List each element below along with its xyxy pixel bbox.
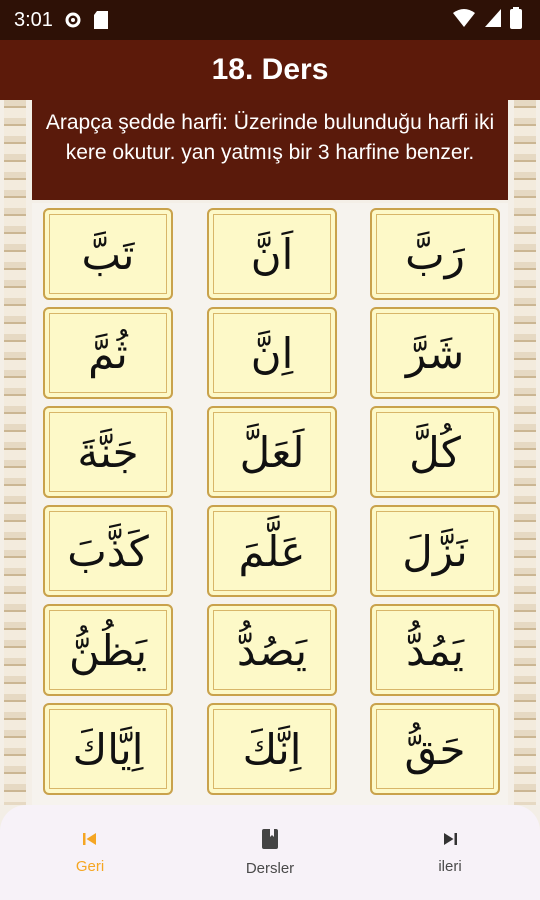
card-column-left: تَبَّ ثُمَّ جَنَّةَ كَذَّبَ يَظُنُّ اِيَ… (43, 208, 173, 802)
app-bar: 18. Ders (0, 40, 540, 100)
skip-next-icon (441, 830, 459, 852)
arabic-word: كُلَّ (409, 427, 461, 477)
word-card[interactable]: كَذَّبَ (43, 505, 173, 597)
bottom-navigation: Geri Dersler ileri (0, 805, 540, 900)
signal-icon (484, 8, 502, 32)
ornamental-border-right (514, 100, 536, 805)
skip-previous-icon (81, 830, 99, 852)
word-card[interactable]: شَرَّ (370, 307, 500, 399)
arabic-word: يَمُدُّ (405, 625, 465, 675)
word-card[interactable]: اَنَّ (207, 208, 337, 300)
status-bar: 3:01 (0, 0, 540, 40)
settings-icon (63, 10, 83, 30)
book-icon (261, 828, 279, 854)
arabic-word: حَقُّ (404, 724, 466, 774)
arabic-word: اِيَّاكَ (72, 724, 144, 774)
arabic-word: يَظُنُّ (68, 625, 148, 675)
word-card[interactable]: نَزَّلَ (370, 505, 500, 597)
card-column-middle: اَنَّ اِنَّ لَعَلَّ عَلَّمَ يَصُدُّ اِنَ… (207, 208, 337, 802)
arabic-word: يَصُدُّ (236, 625, 308, 675)
nav-back-label: Geri (75, 858, 105, 875)
lesson-description: Arapça şedde harfi: Üzerinde bulunduğu h… (32, 100, 508, 200)
nav-back-button[interactable]: Geri (10, 830, 170, 875)
arabic-word: رَبَّ (405, 229, 465, 279)
arabic-word: تَبَّ (81, 229, 135, 279)
status-time: 3:01 (14, 8, 53, 31)
word-card[interactable]: لَعَلَّ (207, 406, 337, 498)
word-card[interactable]: جَنَّةَ (43, 406, 173, 498)
arabic-word: عَلَّمَ (238, 526, 306, 576)
arabic-word: لَعَلَّ (239, 427, 305, 477)
nav-lessons-label: Dersler (245, 860, 295, 877)
word-card[interactable]: يَصُدُّ (207, 604, 337, 696)
arabic-word: ثُمَّ (88, 328, 128, 378)
word-card[interactable]: عَلَّمَ (207, 505, 337, 597)
sd-card-icon (93, 10, 109, 30)
arabic-word: اَنَّ (250, 229, 294, 279)
arabic-word: شَرَّ (405, 328, 465, 378)
arabic-word: اِنَّكَ (242, 724, 302, 774)
lesson-content[interactable]: Arapça şedde harfi: Üzerinde bulunduğu h… (0, 100, 540, 805)
word-card[interactable]: اِيَّاكَ (43, 703, 173, 795)
word-card[interactable]: يَمُدُّ (370, 604, 500, 696)
nav-lessons-button[interactable]: Dersler (190, 828, 350, 877)
nav-next-button[interactable]: ileri (370, 830, 530, 875)
word-card[interactable]: تَبَّ (43, 208, 173, 300)
card-column-right: رَبَّ شَرَّ كُلَّ نَزَّلَ يَمُدُّ حَقُّ (370, 208, 500, 802)
word-card[interactable]: كُلَّ (370, 406, 500, 498)
arabic-word: نَزَّلَ (402, 526, 468, 576)
battery-icon (510, 7, 522, 33)
word-card[interactable]: اِنَّ (207, 307, 337, 399)
word-card[interactable]: رَبَّ (370, 208, 500, 300)
word-card[interactable]: ثُمَّ (43, 307, 173, 399)
ornamental-border-left (4, 100, 26, 805)
arabic-word: كَذَّبَ (67, 526, 149, 576)
word-card[interactable]: اِنَّكَ (207, 703, 337, 795)
word-card[interactable]: حَقُّ (370, 703, 500, 795)
wifi-icon (452, 8, 476, 32)
page-title: 18. Ders (211, 53, 329, 86)
arabic-word: اِنَّ (250, 328, 294, 378)
nav-next-label: ileri (438, 858, 462, 875)
word-card[interactable]: يَظُنُّ (43, 604, 173, 696)
arabic-word: جَنَّةَ (77, 427, 139, 477)
